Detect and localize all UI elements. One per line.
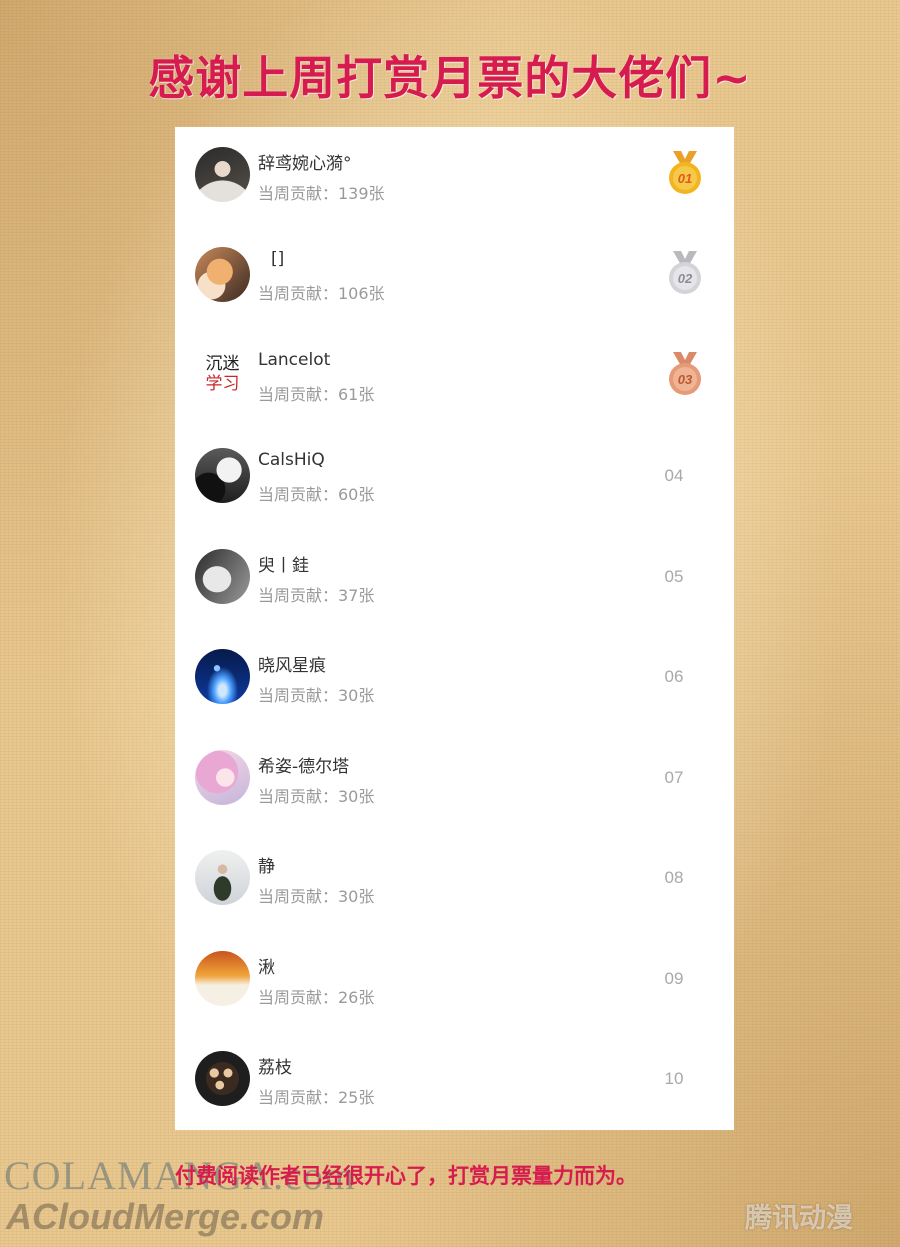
footer-note: 付费阅读作者已经很开心了，打赏月票量力而为。 (175, 1164, 637, 1188)
avatar (195, 649, 250, 704)
list-item[interactable]: 希姿-德尔塔 当周贡献：30张 07 (175, 730, 734, 830)
rank-number: 05 (664, 567, 684, 586)
contribution-count: 当周贡献：61张 (258, 385, 375, 404)
avatar (195, 448, 250, 503)
avatar (195, 247, 250, 302)
list-item[interactable]: 晓风星痕 当周贡献：30张 06 (175, 629, 734, 729)
medal-rank: 02 (678, 271, 693, 286)
tencent-comic-logo: 腾讯动漫 (745, 1203, 853, 1234)
contributor-name: 晓风星痕 (258, 656, 326, 676)
list-item[interactable]: 湫 当周贡献：26张 09 (175, 931, 734, 1031)
contribution-count: 当周贡献：26张 (258, 988, 375, 1007)
contribution-count: 当周贡献：60张 (258, 485, 375, 504)
avatar-text-line: 沉迷 (205, 354, 240, 374)
list-item[interactable]: 荔枝 当周贡献：25张 10 (175, 1031, 734, 1131)
contributor-name: 辞鸢婉心漪° (258, 154, 352, 174)
avatar (195, 1051, 250, 1106)
avatar (195, 850, 250, 905)
avatar (195, 750, 250, 805)
contributor-name: 静 (258, 857, 275, 877)
contributor-name: [] (271, 249, 285, 269)
list-item[interactable]: CalsHiQ 当周贡献：60张 04 (175, 428, 734, 528)
contributor-name: 湫 (258, 958, 275, 978)
rank-number: 10 (664, 1069, 684, 1088)
rank-number: 08 (664, 868, 684, 887)
rank-number: 04 (664, 466, 684, 485)
rank-number: 06 (664, 667, 684, 686)
rank-number: 07 (664, 768, 684, 787)
list-item[interactable]: [] 当周贡献：106张 02 (175, 227, 734, 327)
contributor-list: 辞鸢婉心漪° 当周贡献：139张 01 [] 当周贡献：106张 02 沉迷 学… (175, 127, 734, 1130)
list-item[interactable]: 辞鸢婉心漪° 当周贡献：139张 01 (175, 127, 734, 227)
contributor-name: Lancelot (258, 350, 331, 370)
acloudmerge-watermark: ACloudMerge.com (6, 1196, 325, 1237)
avatar: 沉迷 学习 (195, 348, 250, 403)
page-title: 感谢上周打赏月票的大佬们~ (148, 51, 752, 105)
avatar-text-line: 学习 (205, 374, 240, 394)
contributor-name: 臾丨銈 (258, 556, 309, 576)
list-item[interactable]: 臾丨銈 当周贡献：37张 05 (175, 529, 734, 629)
contribution-count: 当周贡献：30张 (258, 887, 375, 906)
contribution-count: 当周贡献：30张 (258, 686, 375, 705)
gold-medal-icon: 01 (669, 151, 701, 194)
avatar (195, 147, 250, 202)
contributor-name: 荔枝 (258, 1058, 292, 1078)
list-item[interactable]: 沉迷 学习 Lancelot 当周贡献：61张 03 (175, 328, 734, 428)
contribution-count: 当周贡献：25张 (258, 1088, 375, 1107)
contribution-count: 当周贡献：139张 (258, 184, 385, 203)
list-item[interactable]: 静 当周贡献：30张 08 (175, 830, 734, 930)
contributor-name: CalsHiQ (258, 450, 325, 470)
contribution-count: 当周贡献：30张 (258, 787, 375, 806)
rank-number: 09 (664, 969, 684, 988)
contributor-name: 希姿-德尔塔 (258, 757, 350, 777)
contribution-count: 当周贡献：106张 (258, 284, 385, 303)
silver-medal-icon: 02 (669, 251, 701, 294)
medal-rank: 01 (678, 171, 692, 186)
medal-rank: 03 (678, 372, 693, 387)
avatar (195, 549, 250, 604)
avatar (195, 951, 250, 1006)
contribution-count: 当周贡献：37张 (258, 586, 375, 605)
bronze-medal-icon: 03 (669, 352, 701, 395)
